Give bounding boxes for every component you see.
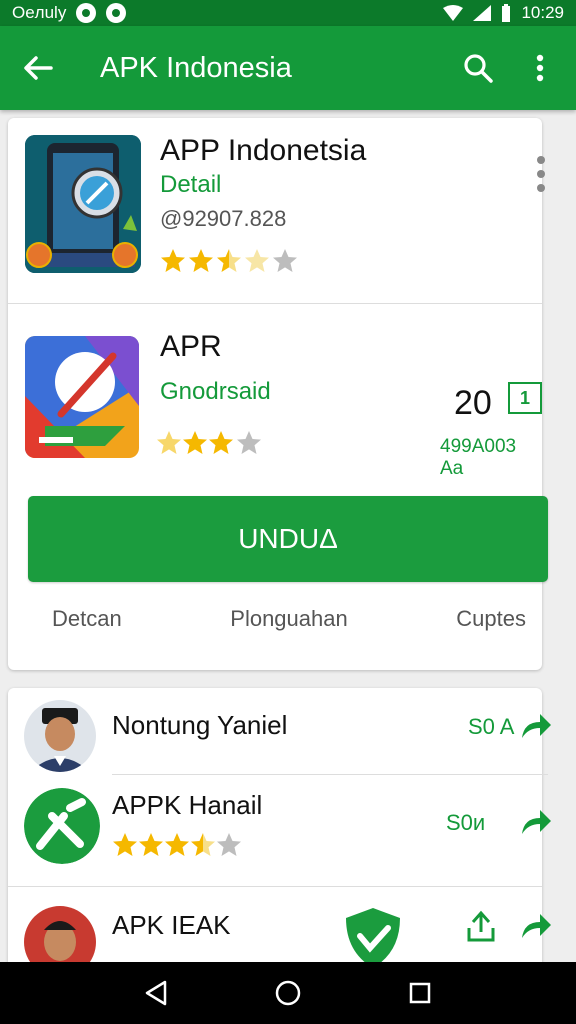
list-item-rating-stars bbox=[112, 832, 242, 863]
square-recents-icon bbox=[409, 982, 431, 1004]
app-detail-rating-stars bbox=[156, 430, 272, 461]
featured-app-thumbnail bbox=[25, 135, 141, 273]
status-bar: Oeлuly 10:29 bbox=[0, 0, 576, 26]
more-vert-icon bbox=[537, 156, 545, 192]
system-nav-bar bbox=[0, 962, 576, 1024]
page-title: APK Indonesia bbox=[100, 51, 292, 84]
status-left: Oeлuly bbox=[12, 3, 127, 23]
app-detail-count-badge: 1 bbox=[508, 382, 542, 414]
list-item-name: APPK Hanail bbox=[112, 790, 263, 820]
list-item[interactable]: Nontung Yaniel S0 A bbox=[8, 688, 551, 774]
app-detail-size: 499A003 Aa bbox=[440, 436, 517, 479]
app-list: Nontung Yaniel S0 A APPK Hanail S0и APK … bbox=[8, 688, 551, 978]
featured-app-name: APP Indonetsia bbox=[160, 134, 367, 167]
featured-more-button[interactable] bbox=[528, 152, 554, 200]
triangle-back-icon bbox=[145, 980, 167, 1006]
list-item[interactable]: APPK Hanail S0и bbox=[8, 774, 551, 886]
app-detail-thumbnail bbox=[25, 336, 139, 458]
arrow-left-icon bbox=[24, 56, 53, 80]
more-vert-icon bbox=[536, 54, 544, 82]
app-detail-subtitle: Gnodrsaid bbox=[160, 378, 271, 405]
circle-home-icon bbox=[275, 980, 301, 1006]
nav-home-button[interactable] bbox=[270, 975, 306, 1011]
share-button[interactable] bbox=[520, 712, 552, 740]
list-item-name: Nontung Yaniel bbox=[112, 710, 288, 740]
app-detail-name: APR bbox=[160, 330, 222, 363]
app-detail-section: APR Gnodrsaid 20 1 499A003 Aa UNDUΔ Detc… bbox=[8, 304, 548, 670]
share-button[interactable] bbox=[520, 912, 552, 940]
overflow-menu-button[interactable] bbox=[522, 50, 558, 86]
battery-icon bbox=[502, 4, 511, 22]
list-item-meta: S0 A bbox=[468, 714, 515, 739]
list-item-meta: S0и bbox=[446, 810, 486, 835]
app-detail-count: 20 bbox=[454, 384, 492, 422]
signal-icon bbox=[473, 5, 492, 21]
clock: 10:29 bbox=[521, 3, 564, 22]
featured-app-meta: @92907.828 bbox=[160, 206, 287, 231]
search-icon bbox=[464, 54, 493, 83]
nav-recents-button[interactable] bbox=[402, 975, 438, 1011]
share-arrow-icon bbox=[522, 714, 551, 738]
carrier-label: Oeлuly bbox=[12, 3, 67, 22]
share-button[interactable] bbox=[520, 808, 552, 836]
notification-icon bbox=[76, 3, 97, 23]
upload-button[interactable] bbox=[466, 910, 496, 947]
upload-icon bbox=[467, 910, 495, 942]
share-arrow-icon bbox=[522, 810, 551, 834]
tab-similar[interactable]: Cuptes bbox=[456, 606, 526, 646]
avatar bbox=[24, 700, 96, 772]
detail-tabs: Detcan Plonguahan Cuptes bbox=[8, 606, 542, 646]
nav-back-button[interactable] bbox=[138, 975, 174, 1011]
notification-icon-2 bbox=[106, 3, 127, 23]
search-button[interactable] bbox=[460, 50, 496, 86]
download-button[interactable]: UNDUΔ bbox=[28, 496, 548, 582]
app-bar-actions bbox=[460, 50, 558, 86]
featured-app-subtitle: Detail bbox=[160, 171, 222, 198]
app-card: APP Indonetsia Detail @92907.828 APR Gno… bbox=[8, 118, 548, 670]
tab-reviews[interactable]: Plonguahan bbox=[230, 606, 347, 646]
status-right: 10:29 bbox=[443, 3, 564, 23]
list-item-name: APK IEAK bbox=[112, 910, 231, 940]
back-button[interactable] bbox=[18, 48, 58, 88]
tab-details[interactable]: Detcan bbox=[52, 606, 122, 646]
wifi-icon bbox=[443, 5, 464, 21]
app-bar: APK Indonesia bbox=[0, 26, 576, 110]
share-arrow-icon bbox=[522, 914, 551, 938]
featured-app-row[interactable]: APP Indonetsia Detail @92907.828 bbox=[8, 118, 545, 304]
featured-rating-stars bbox=[160, 248, 300, 279]
app-icon bbox=[24, 788, 100, 864]
